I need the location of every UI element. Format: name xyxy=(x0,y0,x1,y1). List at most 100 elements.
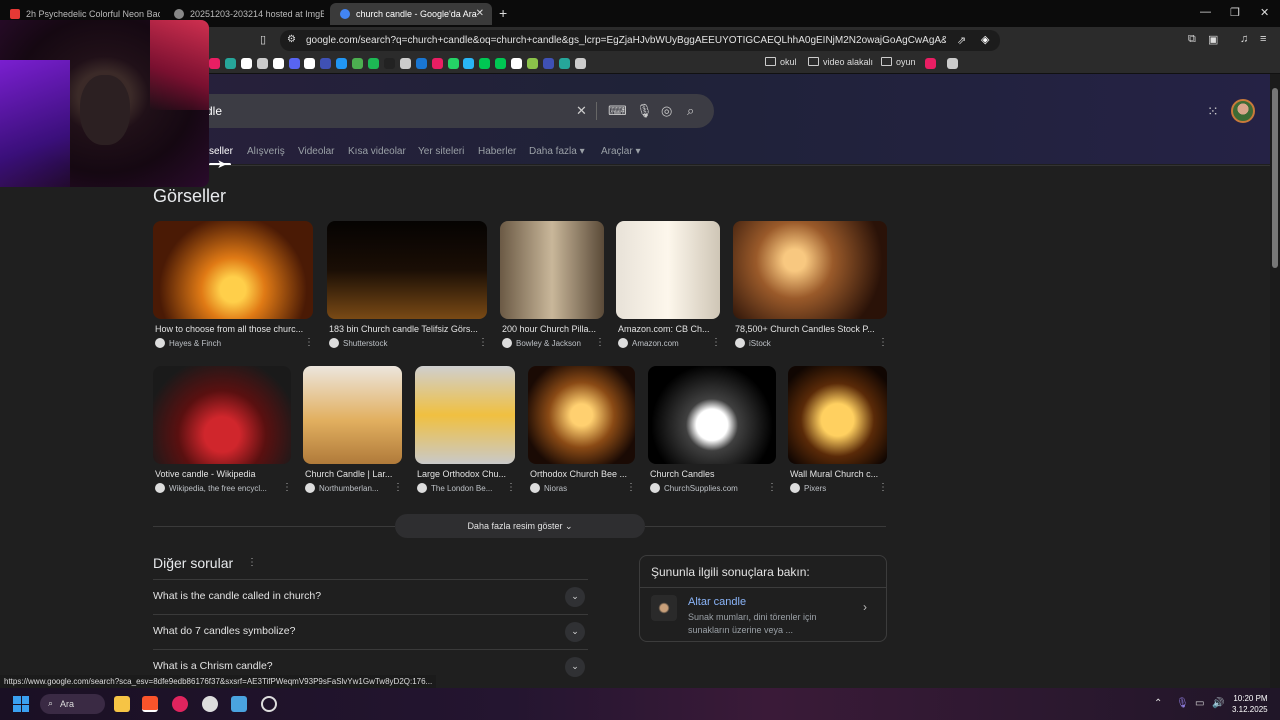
chevron-down-icon[interactable]: ⌄ xyxy=(565,622,585,642)
bookmark-icon[interactable] xyxy=(495,58,507,69)
image-thumbnail[interactable] xyxy=(153,221,313,319)
bookmark-icon[interactable] xyxy=(399,58,411,69)
filter-short-videos[interactable]: Kısa videolar xyxy=(348,146,406,157)
more-options-icon[interactable]: ⋮ xyxy=(878,482,888,493)
image-source[interactable]: Hayes & Finch xyxy=(155,338,297,348)
image-caption[interactable]: Orthodox Church Bee ... xyxy=(530,469,633,479)
image-thumbnail[interactable] xyxy=(528,366,635,464)
image-caption[interactable]: Large Orthodox Chu... xyxy=(417,469,513,479)
keyboard-icon[interactable]: ⌨ xyxy=(608,103,627,119)
bookmark-folder[interactable]: oyun xyxy=(881,57,916,67)
image-source[interactable]: iStock xyxy=(735,338,871,348)
clock[interactable]: 10:20 PM 3.12.2025 xyxy=(1232,693,1268,715)
image-caption[interactable]: 200 hour Church Pilla... xyxy=(502,324,602,334)
bookmark-icon[interactable] xyxy=(415,58,427,69)
restore-icon[interactable]: ❐ xyxy=(1230,6,1240,19)
filter-images[interactable]: seller xyxy=(209,146,233,157)
filter-news[interactable]: Haberler xyxy=(478,146,516,157)
more-options-icon[interactable]: ⋮ xyxy=(393,482,403,493)
bookmark-icon[interactable] xyxy=(256,58,268,69)
bookmark-icon[interactable] xyxy=(542,58,554,69)
filter-shopping[interactable]: Alışveriş xyxy=(247,146,285,157)
more-options-icon[interactable]: ⋮ xyxy=(478,337,488,348)
bookmark-icon[interactable] xyxy=(447,58,459,69)
image-thumbnail[interactable] xyxy=(415,366,515,464)
image-thumbnail[interactable] xyxy=(153,366,291,464)
bookmark-icon[interactable] xyxy=(272,58,284,69)
related-link[interactable]: Altar candle xyxy=(688,596,746,608)
volume-icon[interactable]: 🔊 xyxy=(1212,698,1224,709)
minimize-icon[interactable]: — xyxy=(1200,6,1211,18)
more-options-icon[interactable]: ⋮ xyxy=(626,482,636,493)
bookmark-icon[interactable] xyxy=(368,58,379,69)
bookmark-icon[interactable] xyxy=(383,58,395,69)
image-caption[interactable]: 183 bin Church candle Telifsiz Görs... xyxy=(329,324,485,334)
image-result[interactable]: Church Candles ChurchSupplies.com ⋮ xyxy=(648,366,777,504)
image-result[interactable]: Orthodox Church Bee ... Nioras ⋮ xyxy=(528,366,636,504)
image-thumbnail[interactable] xyxy=(788,366,887,464)
lens-icon[interactable]: ◎ xyxy=(661,103,672,119)
media-icon[interactable]: ♫ xyxy=(1240,33,1248,45)
image-result[interactable]: 183 bin Church candle Telifsiz Görs... Sh… xyxy=(327,221,488,359)
media-player-icon[interactable] xyxy=(172,696,188,712)
bookmark-icon[interactable] xyxy=(240,58,252,69)
bookmark-icon[interactable] xyxy=(352,58,364,69)
bookmark-icon[interactable] xyxy=(558,58,570,69)
image-caption[interactable]: Votive candle - Wikipedia xyxy=(155,469,289,479)
address-bar[interactable]: ⚙ google.com/search?q=church+candle&oq=c… xyxy=(280,30,1000,51)
taskbar-search[interactable]: ⌕ Ara xyxy=(40,694,105,714)
image-source[interactable]: Wikipedia, the free encycl... xyxy=(155,483,275,493)
filter-web[interactable]: Yer siteleri xyxy=(418,146,464,157)
search-icon[interactable]: ⌕ xyxy=(687,103,694,119)
image-result[interactable]: 200 hour Church Pilla... Bowley & Jackson… xyxy=(500,221,605,359)
wallet-icon[interactable]: ▣ xyxy=(1208,33,1218,46)
scrollbar-thumb[interactable] xyxy=(1272,88,1278,268)
image-source[interactable]: Shutterstock xyxy=(329,338,471,348)
chevron-down-icon[interactable]: ⌄ xyxy=(565,657,585,677)
image-caption[interactable]: Wall Mural Church c... xyxy=(790,469,885,479)
image-result[interactable]: Amazon.com: CB Ch... Amazon.com ⋮ xyxy=(616,221,721,359)
site-info-icon[interactable]: ⚙ xyxy=(287,34,296,45)
image-thumbnail[interactable] xyxy=(303,366,402,464)
bookmark-icon[interactable]: ▯ xyxy=(260,33,266,46)
more-options-icon[interactable]: ⋮ xyxy=(878,337,888,348)
image-source[interactable]: Northumberlan... xyxy=(305,483,386,493)
image-source[interactable]: ChurchSupplies.com xyxy=(650,483,760,493)
image-result[interactable]: Wall Mural Church c... Pixers ⋮ xyxy=(788,366,888,504)
more-options-icon[interactable]: ⋮ xyxy=(304,337,314,348)
bookmark-icon[interactable] xyxy=(511,58,523,69)
filter-more[interactable]: Daha fazla ▾ xyxy=(529,146,585,157)
image-result[interactable]: Votive candle - Wikipedia Wikipedia, the … xyxy=(153,366,292,504)
account-avatar[interactable] xyxy=(1231,99,1255,123)
more-images-button[interactable]: Daha fazla resim göster ⌄ xyxy=(395,514,645,538)
image-caption[interactable]: Church Candles xyxy=(650,469,774,479)
image-thumbnail[interactable] xyxy=(327,221,487,319)
filter-videos[interactable]: Videolar xyxy=(298,146,335,157)
scrollbar[interactable] xyxy=(1270,74,1280,688)
image-caption[interactable]: 78,500+ Church Candles Stock P... xyxy=(735,324,885,334)
image-source[interactable]: Pixers xyxy=(790,483,871,493)
share-icon[interactable]: ⇗ xyxy=(957,34,966,47)
bookmark-icon[interactable] xyxy=(320,58,332,69)
bookmark-icon[interactable] xyxy=(527,58,538,69)
microphone-icon[interactable]: 🎙 xyxy=(636,103,653,119)
file-explorer-icon[interactable] xyxy=(114,696,130,712)
extensions-icon[interactable]: ⧉ xyxy=(1188,33,1196,46)
bookmark-icon[interactable] xyxy=(224,58,236,69)
close-tab-icon[interactable]: ✕ xyxy=(476,8,484,19)
bookmark-icon[interactable] xyxy=(431,58,443,69)
brave-shield-icon[interactable]: ◈ xyxy=(981,33,989,46)
question-item[interactable]: What do 7 candles symbolize? ⌄ xyxy=(153,614,588,649)
clear-icon[interactable]: ✕ xyxy=(576,103,587,119)
related-thumbnail[interactable] xyxy=(651,595,677,621)
microphone-icon[interactable]: 🎙 xyxy=(1176,698,1189,709)
more-options-icon[interactable]: ⋮ xyxy=(711,337,721,348)
search-box[interactable]: dle ✕ ⌨ 🎙 ◎ ⌕ xyxy=(180,94,714,128)
image-source[interactable]: Amazon.com xyxy=(618,338,704,348)
chevron-right-icon[interactable]: › xyxy=(863,600,867,614)
image-source[interactable]: Nioras xyxy=(530,483,619,493)
bookmark-folder[interactable]: video alakalı xyxy=(808,57,873,67)
brave-icon[interactable] xyxy=(142,696,158,712)
obs-icon[interactable] xyxy=(202,696,218,712)
new-tab-icon[interactable]: + xyxy=(499,5,507,21)
